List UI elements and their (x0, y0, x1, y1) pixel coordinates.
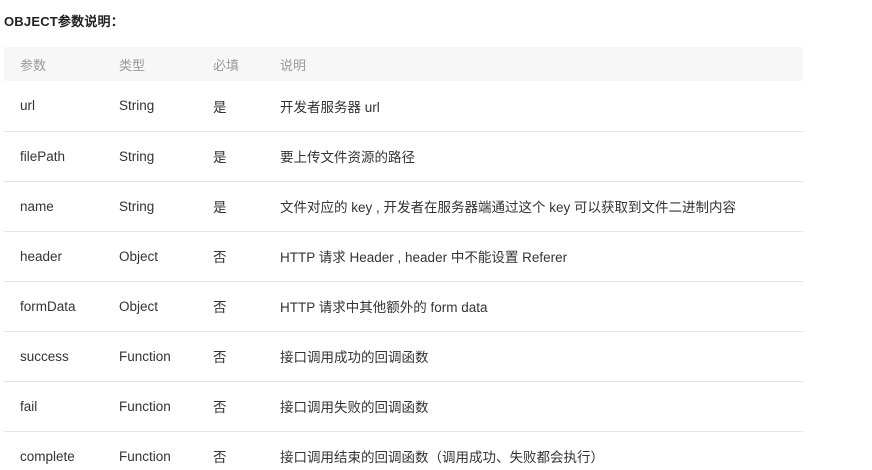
cell-param-type: Object (119, 298, 159, 314)
table-row: url String 是 开发者服务器 url (4, 81, 803, 131)
cell-param-desc: HTTP 请求 Header , header 中不能设置 Referer (280, 250, 568, 265)
table-row: formData Object 否 HTTP 请求中其他额外的 form dat… (4, 281, 803, 331)
cell-param-required: 否 (213, 400, 227, 415)
table-row: filePath String 是 要上传文件资源的路径 (4, 131, 803, 181)
cell-param-type: String (119, 98, 155, 114)
header-description: 说明 (280, 57, 307, 73)
cell-param-required: 否 (213, 450, 227, 466)
cell-param-name: header (20, 248, 63, 264)
cell-param-required: 否 (213, 350, 227, 365)
cell-param-desc: 开发者服务器 url (280, 99, 380, 115)
cell-param-type: String (119, 198, 155, 214)
table-row: header Object 否 HTTP 请求 Header , header … (4, 231, 803, 281)
cell-param-required: 否 (213, 300, 227, 315)
cell-param-required: 是 (213, 99, 227, 115)
cell-param-type: Object (119, 248, 159, 264)
cell-param-required: 是 (213, 200, 227, 215)
cell-param-type: Function (119, 448, 171, 464)
cell-param-desc: 要上传文件资源的路径 (280, 150, 415, 165)
cell-param-type: Function (119, 398, 171, 414)
document-page: OBJECT参数说明： 参数 类型 必填 说明 url String 是 开发者… (0, 0, 872, 470)
cell-param-desc: HTTP 请求中其他额外的 form data (280, 300, 488, 315)
cell-param-name: formData (20, 298, 76, 314)
cell-param-desc: 接口调用成功的回调函数 (280, 350, 429, 365)
cell-param-required: 否 (213, 250, 227, 265)
table-row: success Function 否 接口调用成功的回调函数 (4, 331, 803, 381)
table-row: fail Function 否 接口调用失败的回调函数 (4, 381, 803, 431)
table-row: name String 是 文件对应的 key , 开发者在服务器端通过这个 k… (4, 181, 803, 231)
cell-param-name: fail (20, 398, 38, 414)
cell-param-name: filePath (20, 148, 66, 164)
cell-param-name: url (20, 98, 36, 114)
header-type: 类型 (119, 57, 146, 73)
cell-param-name: complete (20, 448, 75, 464)
cell-param-desc: 接口调用失败的回调函数 (280, 400, 429, 415)
header-required: 必填 (213, 57, 240, 73)
cell-param-required: 是 (213, 150, 227, 165)
cell-param-name: success (20, 348, 69, 364)
section-title: OBJECT参数说明： (4, 14, 124, 29)
cell-param-name: name (20, 198, 54, 214)
cell-param-type: Function (119, 348, 171, 364)
cell-param-type: String (119, 148, 155, 164)
table-header-row: 参数 类型 必填 说明 (4, 47, 803, 81)
table-row: complete Function 否 接口调用结束的回调函数（调用成功、失败都… (4, 431, 803, 470)
params-table: 参数 类型 必填 说明 url String 是 开发者服务器 url file… (4, 47, 803, 470)
cell-param-desc: 文件对应的 key , 开发者在服务器端通过这个 key 可以获取到文件二进制内… (280, 200, 737, 215)
header-param: 参数 (20, 57, 47, 73)
cell-param-desc: 接口调用结束的回调函数（调用成功、失败都会执行） (280, 450, 604, 466)
